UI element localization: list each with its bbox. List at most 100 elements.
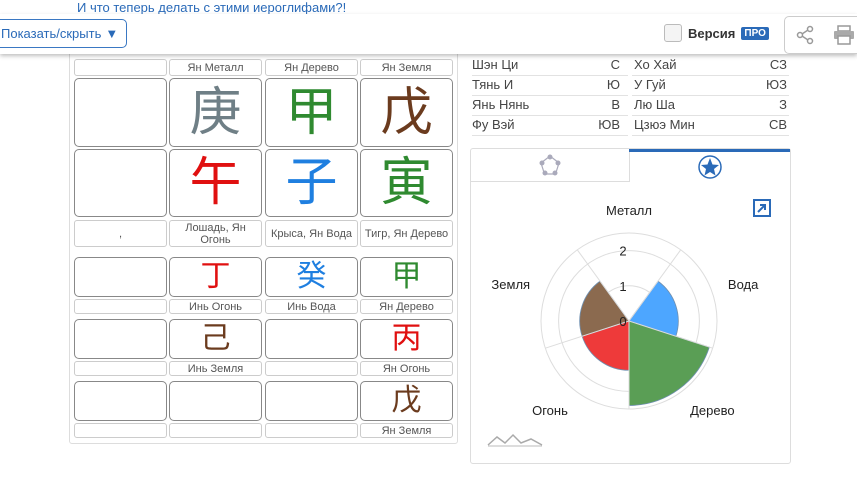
hieroglyph: 庚 — [189, 82, 242, 143]
row-divider — [632, 95, 789, 96]
hidden-stem-cell: 甲 — [360, 257, 453, 297]
hidden-stem-cell — [265, 319, 358, 359]
category-label: Дерево — [690, 403, 734, 418]
hidden-stem-cell — [74, 381, 167, 421]
tick-label: 0 — [619, 314, 626, 329]
hieroglyph: 丙 — [391, 321, 422, 356]
hidden-stem-cell — [169, 381, 262, 421]
hidden-stem-label — [74, 361, 167, 376]
hidden-stem-label — [74, 299, 167, 314]
star-name: Лю Ша — [634, 97, 676, 112]
wave-icon — [487, 433, 543, 447]
star-name: Хо Хай — [634, 57, 677, 72]
element-balance-widget: 0 1 2 Металл Вода Дерево Огонь Земля — [470, 148, 791, 464]
row-divider — [472, 75, 628, 76]
hidden-stem-label: Ян Огонь — [360, 361, 453, 376]
direction-value: ЮВ — [598, 117, 620, 132]
branch-label: Лошадь, Ян Огонь — [169, 220, 262, 247]
hidden-stem-cell — [74, 257, 167, 297]
hieroglyph: 丁 — [200, 259, 231, 294]
tick-label: 2 — [619, 244, 626, 259]
hidden-stem-cell — [74, 319, 167, 359]
category-label: Земля — [491, 277, 530, 292]
hieroglyph: 戊 — [391, 383, 422, 418]
row-divider — [632, 75, 789, 76]
branch-cell: 寅 — [360, 149, 453, 217]
hieroglyph: 寅 — [380, 153, 433, 213]
hidden-stem-label: Ян Земля — [360, 423, 453, 438]
category-label: Огонь — [532, 403, 568, 418]
toggle-label: Показать/скрыть — [1, 26, 102, 41]
printer-icon — [834, 25, 854, 45]
stem-label: Ян Земля — [360, 59, 453, 76]
bazi-chart-panel: Ян Металл Ян Дерево Ян Земля 庚甲戊午子寅, Лошадь,… — [69, 36, 458, 444]
branch-cell: 午 — [169, 149, 262, 217]
hieroglyph: 甲 — [285, 82, 338, 143]
direction-value: С — [610, 57, 620, 72]
star-name: У Гуй — [634, 77, 666, 92]
row-divider — [632, 115, 789, 116]
print-button[interactable] — [824, 16, 857, 54]
hidden-stem-label: Инь Вода — [265, 299, 358, 314]
hidden-stem-label: Инь Земля — [169, 361, 262, 376]
direction-value: СВ — [768, 117, 787, 132]
star-name: Цзюэ Мин — [634, 117, 695, 132]
toggle-show-hide-button[interactable]: Показать/скрыть ▼ — [0, 19, 128, 48]
hidden-stem-label — [265, 361, 358, 376]
star-name: Янь Нянь — [472, 97, 530, 112]
direction-value: З — [779, 97, 787, 112]
stem-label: Ян Металл — [169, 59, 262, 76]
hieroglyph: 己 — [200, 321, 231, 356]
hidden-stem-cell — [265, 381, 358, 421]
hidden-stem-cell: 丁 — [169, 257, 262, 297]
direction-value: СЗ — [769, 57, 787, 72]
row-divider — [472, 135, 628, 136]
hieroglyph: 子 — [285, 153, 338, 213]
version-label: Версия — [688, 25, 736, 41]
star-name: Фу Вэй — [472, 117, 515, 132]
hidden-stem-label — [169, 423, 262, 438]
row-divider — [472, 95, 628, 96]
hieroglyph: 午 — [189, 153, 242, 213]
direction-value: В — [611, 97, 620, 112]
hidden-stem-label: Ян Дерево — [360, 299, 453, 314]
radar-chart: 0 1 2 Металл Вода Дерево Огонь Земля — [491, 203, 759, 418]
stem-cell: 甲 — [265, 78, 358, 147]
tick-label: 1 — [619, 279, 626, 294]
branch-label: , — [74, 220, 167, 247]
stem-cell — [74, 78, 167, 147]
hieroglyph: 癸 — [296, 259, 327, 294]
hieroglyph: 甲 — [391, 259, 422, 294]
direction-value: ЮЗ — [766, 77, 787, 92]
hidden-stem-cell: 己 — [169, 319, 262, 359]
hidden-stem-label: Инь Огонь — [169, 299, 262, 314]
category-label: Вода — [728, 277, 759, 292]
stem-label: Ян Дерево — [265, 59, 358, 76]
branch-cell — [74, 149, 167, 217]
hidden-stem-cell: 丙 — [360, 319, 453, 359]
share-button[interactable] — [784, 16, 826, 54]
stem-cell: 戊 — [360, 78, 453, 147]
row-divider — [632, 135, 789, 136]
direction-value: Ю — [606, 77, 620, 92]
stem-label — [74, 59, 167, 76]
star-name: Шэн Ци — [472, 57, 519, 72]
help-link[interactable]: И что теперь делать с этими иероглифами?… — [77, 0, 346, 15]
hidden-stem-cell: 戊 — [360, 381, 453, 421]
hidden-stem-label — [265, 423, 358, 438]
version-toggle[interactable]: Версия ПРО — [664, 24, 769, 42]
share-icon — [796, 25, 814, 45]
version-checkbox[interactable] — [664, 24, 682, 42]
branch-cell: 子 — [265, 149, 358, 217]
hieroglyph: 戊 — [380, 82, 433, 143]
stem-cell: 庚 — [169, 78, 262, 147]
toolbar: Показать/скрыть ▼ Версия ПРО — [0, 14, 857, 54]
pro-badge: ПРО — [741, 26, 769, 40]
chevron-down-icon: ▼ — [105, 26, 119, 41]
branch-label: Тигр, Ян Дерево — [360, 220, 453, 247]
category-label: Металл — [606, 203, 652, 218]
star-name: Тянь И — [472, 77, 514, 92]
row-divider — [472, 115, 628, 116]
hidden-stem-label — [74, 423, 167, 438]
branch-label: Крыса, Ян Вода — [265, 220, 358, 247]
